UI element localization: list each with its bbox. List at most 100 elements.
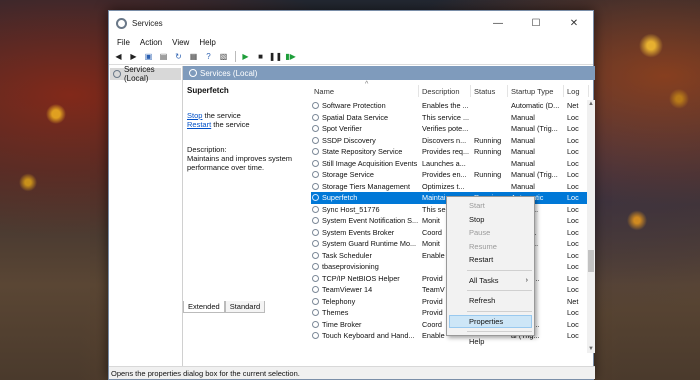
pause-service-icon[interactable]: ❚❚ (269, 50, 282, 63)
service-name-cell: Superfetch (311, 193, 419, 202)
column-headers: ^ Name Description Status Startup Type L… (311, 80, 589, 100)
menu-view[interactable]: View (167, 38, 194, 47)
restart-service-icon[interactable]: ▮▶ (284, 50, 297, 63)
service-logon-cell: Loc (567, 216, 579, 226)
service-name-text: State Repository Service (322, 147, 403, 157)
table-row[interactable]: Spatial Data Service This service ... Manu… (311, 112, 589, 124)
service-name-text: Software Protection (322, 101, 386, 111)
context-menu-stop[interactable]: Stop (447, 213, 534, 227)
service-description-cell: Provides req... (422, 147, 470, 157)
context-menu-divider (467, 331, 532, 332)
maximize-button[interactable]: ☐ (517, 11, 555, 35)
table-row[interactable]: State Repository Service Provides req... R… (311, 146, 589, 158)
column-header-startup-type[interactable]: Startup Type (508, 85, 564, 97)
service-gear-icon (312, 309, 319, 317)
service-name-cell: Storage Tiers Management (311, 182, 419, 191)
help-icon[interactable]: ? (202, 50, 215, 63)
scroll-up-icon[interactable]: ▲ (587, 100, 595, 108)
tab-standard[interactable]: Standard (224, 301, 266, 313)
service-logon-cell: Loc (567, 319, 579, 329)
context-menu-all-tasks[interactable]: All Tasks › (447, 274, 534, 288)
service-status-cell: Running (474, 147, 502, 157)
service-name-text: Sync Host_51776 (322, 204, 380, 214)
scroll-down-icon[interactable]: ▼ (587, 345, 595, 353)
context-menu-help[interactable]: Help (447, 335, 534, 349)
table-row[interactable]: Still Image Acquisition Events Launches a… (311, 158, 589, 170)
service-gear-icon (312, 113, 319, 121)
service-startup-cell: Manual (511, 181, 535, 191)
description-label: Description: (187, 145, 227, 154)
service-description-cell: Verifies pote... (422, 124, 469, 134)
table-row[interactable]: Spot Verifier Verifies pote... Manual (Tri… (311, 123, 589, 135)
context-menu-restart[interactable]: Restart (447, 253, 534, 267)
service-gear-icon (312, 171, 319, 179)
column-header-status[interactable]: Status (471, 85, 508, 97)
service-startup-cell: Manual (511, 135, 535, 145)
export-list-icon[interactable]: ▦ (187, 50, 200, 63)
service-name-text: tbaseprovisioning (322, 262, 379, 272)
services-gear-icon (189, 69, 197, 77)
service-name-cell: Task Scheduler (311, 251, 419, 260)
refresh-icon[interactable]: ↻ (172, 50, 185, 63)
service-name-cell: Themes (311, 308, 419, 317)
show-hide-tree-icon[interactable]: ▣ (142, 50, 155, 63)
minimize-button[interactable]: — (479, 11, 517, 35)
service-gear-icon (312, 148, 319, 156)
service-logon-cell: Loc (567, 158, 579, 168)
back-arrow-icon[interactable]: ◀ (112, 50, 125, 63)
stop-service-icon[interactable]: ■ (254, 50, 267, 63)
forward-arrow-icon[interactable]: ▶ (127, 50, 140, 63)
view-tabs: Extended Standard (183, 301, 266, 313)
table-row[interactable]: Storage Tiers Management Optimizes t... Ma… (311, 181, 589, 193)
context-menu-properties[interactable]: Properties (449, 314, 532, 328)
service-logon-cell: Loc (567, 227, 579, 237)
column-header-log-on-as[interactable]: Log (564, 85, 589, 97)
scroll-thumb[interactable] (588, 250, 594, 272)
restart-service-link[interactable]: Restart (187, 120, 211, 129)
service-gear-icon (312, 274, 319, 282)
tab-extended[interactable]: Extended (183, 301, 225, 313)
service-logon-cell: Loc (567, 262, 579, 272)
table-row[interactable]: Software Protection Enables the ... Automa… (311, 100, 589, 112)
service-logon-cell: Loc (567, 308, 579, 318)
context-menu-start: Start (469, 201, 485, 211)
toolbar: ◀ ▶ ▣ ▤ ↻ ▦ ? ▧ ▶ ■ ❚❚ ▮▶ (109, 49, 593, 65)
service-name-text: TCP/IP NetBIOS Helper (322, 273, 400, 283)
tree-item-services-local[interactable]: Services (Local) (110, 65, 181, 83)
sort-caret-icon: ^ (365, 81, 369, 88)
properties-view-icon[interactable]: ▧ (217, 50, 230, 63)
service-gear-icon (312, 240, 319, 248)
context-menu-pause: Pause (469, 228, 491, 238)
title-bar[interactable]: Services — ☐ ✕ (109, 11, 593, 35)
service-name-cell: TeamViewer 14 (311, 285, 419, 294)
description-pane: Superfetch Stop the service Restart the … (187, 86, 307, 172)
service-logon-cell: Loc (567, 181, 579, 191)
service-logon-cell: Loc (567, 147, 579, 157)
window-title: Services (132, 18, 163, 28)
service-name-cell: State Repository Service (311, 147, 419, 156)
menu-action[interactable]: Action (135, 38, 167, 47)
service-name-text: Themes (322, 308, 349, 318)
context-menu-refresh[interactable]: Refresh (447, 294, 534, 308)
submenu-arrow-icon: › (525, 276, 528, 284)
service-description-cell: Enables the ... (422, 101, 469, 111)
table-row[interactable]: SSDP Discovery Discovers n... Running Manua… (311, 135, 589, 147)
service-name-cell: System Event Notification S... (311, 216, 419, 225)
column-header-description[interactable]: Description (419, 85, 471, 97)
tree-item-label: Services (Local) (123, 65, 155, 83)
service-name-text: SSDP Discovery (322, 135, 376, 145)
service-name-text: TeamViewer 14 (322, 285, 373, 295)
start-service-icon[interactable]: ▶ (239, 50, 252, 63)
console-icon[interactable]: ▤ (157, 50, 170, 63)
service-name-text: Storage Tiers Management (322, 181, 411, 191)
table-row[interactable]: Storage Service Provides en... Running Manu… (311, 169, 589, 181)
service-name-text: Still Image Acquisition Events (322, 158, 418, 168)
menu-file[interactable]: File (112, 38, 135, 47)
service-logon-cell: Loc (567, 135, 579, 145)
service-logon-cell: Loc (567, 285, 579, 295)
vertical-scrollbar[interactable]: ▲ ▼ (587, 100, 595, 353)
stop-service-link[interactable]: Stop (187, 111, 202, 120)
service-name-text: System Events Broker (322, 227, 395, 237)
close-button[interactable]: ✕ (555, 11, 593, 35)
menu-help[interactable]: Help (194, 38, 220, 47)
